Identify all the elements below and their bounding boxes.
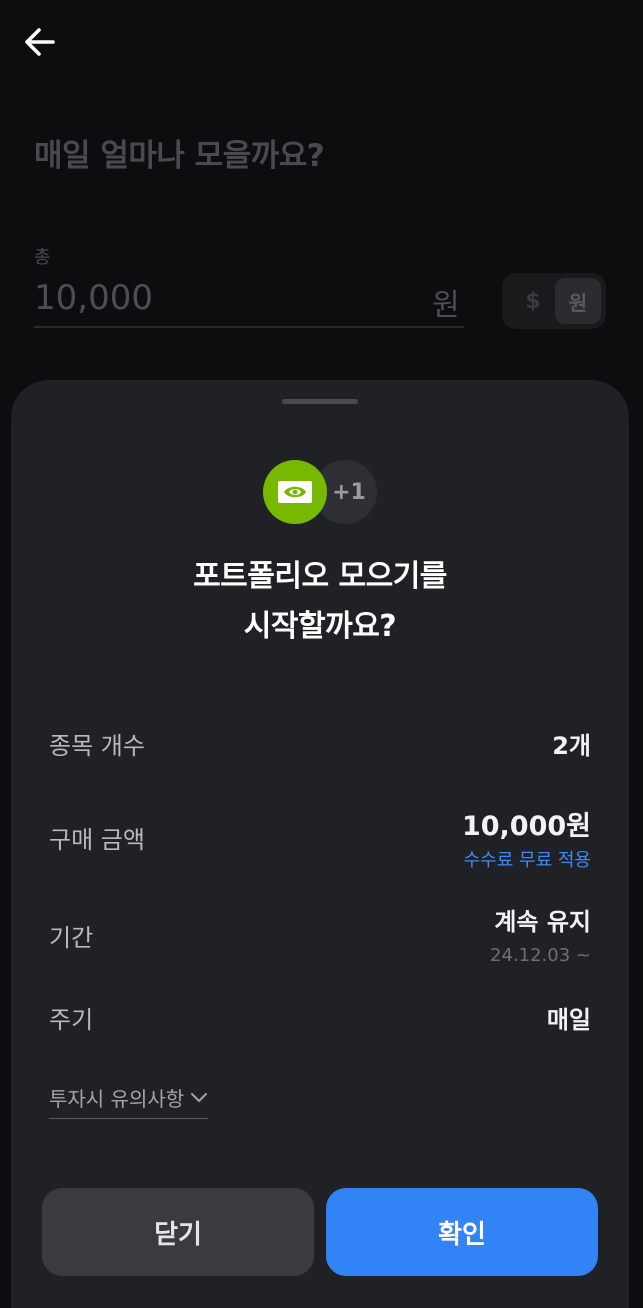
close-button[interactable]: 닫기 xyxy=(42,1188,314,1276)
back-button[interactable] xyxy=(22,24,58,60)
stock-logo-group: +1 xyxy=(263,460,377,524)
purchase-amount-label: 구매 금액 xyxy=(49,826,145,854)
investment-notice-link[interactable]: 투자시 유의사항 xyxy=(49,1083,209,1119)
sheet-title: 포트폴리오 모으기를 시작할까요? xyxy=(11,552,629,652)
period-start-date: 24.12.03 ~ xyxy=(490,945,591,966)
period-value: 계속 유지 xyxy=(494,908,591,936)
fee-free-note: 수수료 무료 적용 xyxy=(463,850,591,871)
amount-caption: 총 xyxy=(34,247,51,268)
stock-count-label: 종목 개수 xyxy=(49,732,145,760)
confirm-button[interactable]: 확인 xyxy=(326,1188,598,1276)
arrow-left-icon xyxy=(25,28,55,56)
sheet-drag-handle[interactable] xyxy=(282,399,358,404)
amount-unit: 원 xyxy=(432,288,460,323)
amount-input[interactable]: 10,000 xyxy=(34,278,153,318)
bottom-sheet: +1 포트폴리오 모으기를 시작할까요? 종목 개수 2개 구매 금액 10,0… xyxy=(11,380,629,1308)
purchase-amount-value: 10,000원 xyxy=(461,811,591,842)
period-label: 기간 xyxy=(49,924,94,952)
page-title: 매일 얼마나 모을까요? xyxy=(34,138,325,174)
sheet-title-line2: 시작할까요? xyxy=(243,609,397,644)
chevron-down-icon xyxy=(191,1092,208,1102)
currency-toggle[interactable]: $ 원 xyxy=(502,273,606,329)
cycle-label: 주기 xyxy=(49,1006,94,1034)
cycle-value: 매일 xyxy=(546,1006,591,1034)
amount-underline xyxy=(34,326,464,328)
currency-option-usd[interactable]: $ xyxy=(520,283,546,319)
investment-notice-label: 투자시 유의사항 xyxy=(49,1087,185,1111)
sheet-title-line1: 포트폴리오 모으기를 xyxy=(193,559,447,594)
currency-option-krw[interactable]: 원 xyxy=(555,278,601,324)
nvidia-logo-icon xyxy=(263,460,327,524)
stock-count-value: 2개 xyxy=(552,732,591,760)
